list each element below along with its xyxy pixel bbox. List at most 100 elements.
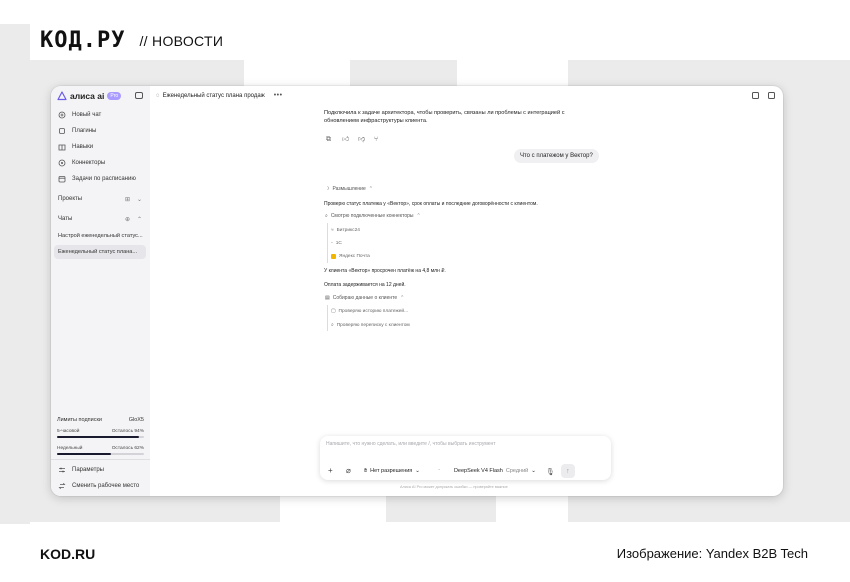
site-logo[interactable]: КОД.РУ xyxy=(40,28,125,53)
sidebar-item-label: Навыки xyxy=(72,144,94,150)
chevron-up-icon[interactable]: ⌃ xyxy=(137,216,142,223)
message-actions: ⧉ 👍︎ 👎︎ ⑂ xyxy=(326,136,381,143)
microphone-icon[interactable]: 🎙︎ xyxy=(546,468,555,476)
copy-icon[interactable]: ⧉ xyxy=(326,136,333,143)
alisa-logo-icon xyxy=(57,91,67,101)
collect-step[interactable]: ▤ Собираю данные о клиенте ⌃ xyxy=(325,295,404,301)
projects-section[interactable]: Проекты ⊞ ⌄ xyxy=(58,196,142,203)
bitrix-icon: ≈ xyxy=(331,228,334,233)
sliders-icon xyxy=(58,466,66,474)
chat-list-item-active[interactable]: Еженедельный статус плана... xyxy=(54,245,146,259)
sidebar-collapse-icon[interactable] xyxy=(135,92,143,99)
new-chat-icon xyxy=(58,111,66,119)
chevron-up-icon: ⌃ xyxy=(416,213,421,219)
limits-plan: GloX5 xyxy=(128,417,144,423)
chevron-down-icon: ⌄ xyxy=(415,468,420,474)
document-icon: ▤ xyxy=(325,295,330,301)
attach-icon[interactable]: ⌀ xyxy=(346,467,354,475)
panel-toggle-icon[interactable] xyxy=(768,92,775,99)
page: КОД.РУ // НОВОСТИ алиса ai Pro Новый чат xyxy=(0,0,850,582)
hand-icon: ✋︎ xyxy=(364,467,368,474)
send-button[interactable]: ↑ xyxy=(560,464,575,478)
plus-icon[interactable]: + xyxy=(328,467,336,475)
subscription-limits: Лимиты подписки GloX5 5-часовой Осталось… xyxy=(57,417,144,463)
app-window: алиса ai Pro Новый чат Плагины Навыки Ко… xyxy=(51,86,783,496)
connector-item: ≈ Битрикс24 xyxy=(331,228,360,233)
site-header: КОД.РУ // НОВОСТИ xyxy=(40,28,223,53)
limit-progress-bar xyxy=(57,436,144,438)
sidebar-item-connectors[interactable]: Коннекторы xyxy=(58,157,144,169)
limit-progress-bar xyxy=(57,453,144,455)
projects-label: Проекты xyxy=(58,196,83,202)
connector-item: Яндекс Почта xyxy=(331,254,370,259)
sidebar: алиса ai Pro Новый чат Плагины Навыки Ко… xyxy=(51,86,150,496)
limit-label: 5-часовой xyxy=(57,429,80,434)
limit-remaining: Осталось 94% xyxy=(111,429,144,434)
search-icon: ⌕ xyxy=(325,213,328,219)
bg-block xyxy=(0,24,30,524)
limits-title: Лимиты подписки xyxy=(57,417,102,423)
step-connector-line xyxy=(327,223,328,263)
thumbs-down-icon[interactable]: 👎︎ xyxy=(358,136,365,143)
chevron-down-icon[interactable]: ⌄ xyxy=(137,196,142,203)
sidebar-item-label: Плагины xyxy=(72,128,97,134)
sidebar-item-label: Сменить рабочее место xyxy=(72,483,140,489)
more-options-icon[interactable]: ••• xyxy=(274,92,283,99)
finding-text: Оплата задерживается на 12 дней. xyxy=(324,282,406,288)
connectors-icon xyxy=(58,159,66,167)
section-label[interactable]: // НОВОСТИ xyxy=(139,33,223,49)
thumbs-up-icon[interactable]: 👍︎ xyxy=(342,136,349,143)
connector-name: 1С xyxy=(335,241,342,246)
permissions-label: Нет разрешения xyxy=(370,468,413,474)
message-input[interactable] xyxy=(326,441,596,447)
loader-icon: ⠂ xyxy=(437,468,442,474)
collect-item: ▢ Проверяю историю платежей... xyxy=(331,309,408,314)
collect-item-label: Проверяю историю платежей... xyxy=(338,309,409,314)
finding-text: У клиента «Вектор» просрочен платёж на 4… xyxy=(324,268,446,274)
chevron-up-icon: ⌃ xyxy=(400,295,405,301)
sidebar-item-label: Новый чат xyxy=(72,112,102,118)
user-message: Что с платежом у Вектор? xyxy=(514,149,599,163)
model-selector[interactable]: DeepSeek V4 Flash Средний ⌄ xyxy=(454,468,536,474)
sidebar-item-switch-workspace[interactable]: Сменить рабочее место xyxy=(58,480,144,492)
sidebar-item-new-chat[interactable]: Новый чат xyxy=(58,109,144,121)
chevron-up-icon: ⌃ xyxy=(368,186,373,192)
collect-item: ⌕ Проверяю переписку с клиентом xyxy=(331,322,410,329)
sidebar-item-scheduled-tasks[interactable]: Задачи по расписанию xyxy=(58,173,144,185)
thinking-toggle[interactable]: ☽ Размышление ⌃ xyxy=(325,186,373,192)
brand-name: алиса ai xyxy=(70,91,105,101)
chat-title[interactable]: Еженедельный статус плана продаж xyxy=(163,93,265,99)
chats-label: Чаты xyxy=(58,216,73,222)
chat-topbar: ◌ Еженедельный статус плана продаж ••• xyxy=(156,92,283,99)
sidebar-item-skills[interactable]: Навыки xyxy=(58,141,144,153)
collect-item-label: Проверяю переписку с клиентом xyxy=(336,322,410,328)
new-chat-small-icon[interactable]: ⊕ xyxy=(125,216,130,223)
window-actions xyxy=(752,92,775,99)
chat-bubble-icon: ◌ xyxy=(156,92,160,99)
sidebar-item-plugins[interactable]: Плагины xyxy=(58,125,144,137)
skills-icon xyxy=(58,143,66,151)
chevron-down-icon: ⌄ xyxy=(531,468,536,474)
connectors-step[interactable]: ⌕ Смотрю подключенные коннекторы ⌃ xyxy=(325,213,421,219)
switch-icon xyxy=(58,482,66,490)
yandex-mail-icon xyxy=(331,254,336,259)
step-connector-line xyxy=(327,305,328,331)
branch-icon[interactable]: ⑂ xyxy=(374,136,381,143)
file-icon: ▢ xyxy=(331,309,336,314)
sidebar-item-settings[interactable]: Параметры xyxy=(58,464,144,476)
plan-badge: Pro xyxy=(107,92,122,100)
chats-section[interactable]: Чаты ⊕ ⌃ xyxy=(58,216,142,223)
footer-brand[interactable]: KOD.RU xyxy=(40,546,95,562)
assistant-message: Подключила к задаче архитектора, чтобы п… xyxy=(324,110,565,124)
connector-name: Яндекс Почта xyxy=(339,254,370,259)
permissions-dropdown[interactable]: ✋︎ Нет разрешения ⌄ xyxy=(364,468,420,475)
one-c-icon: ◦ xyxy=(331,241,333,246)
workspace-icon[interactable] xyxy=(752,92,759,99)
plugins-icon xyxy=(58,127,66,135)
add-project-icon[interactable]: ⊞ xyxy=(125,196,130,203)
limit-progress-fill xyxy=(57,453,111,455)
sidebar-item-label: Коннекторы xyxy=(72,160,106,166)
schedule-icon xyxy=(58,175,66,183)
sidebar-brand[interactable]: алиса ai Pro xyxy=(57,91,122,101)
chat-list-item[interactable]: Настрой еженедельный статус... xyxy=(54,229,146,243)
